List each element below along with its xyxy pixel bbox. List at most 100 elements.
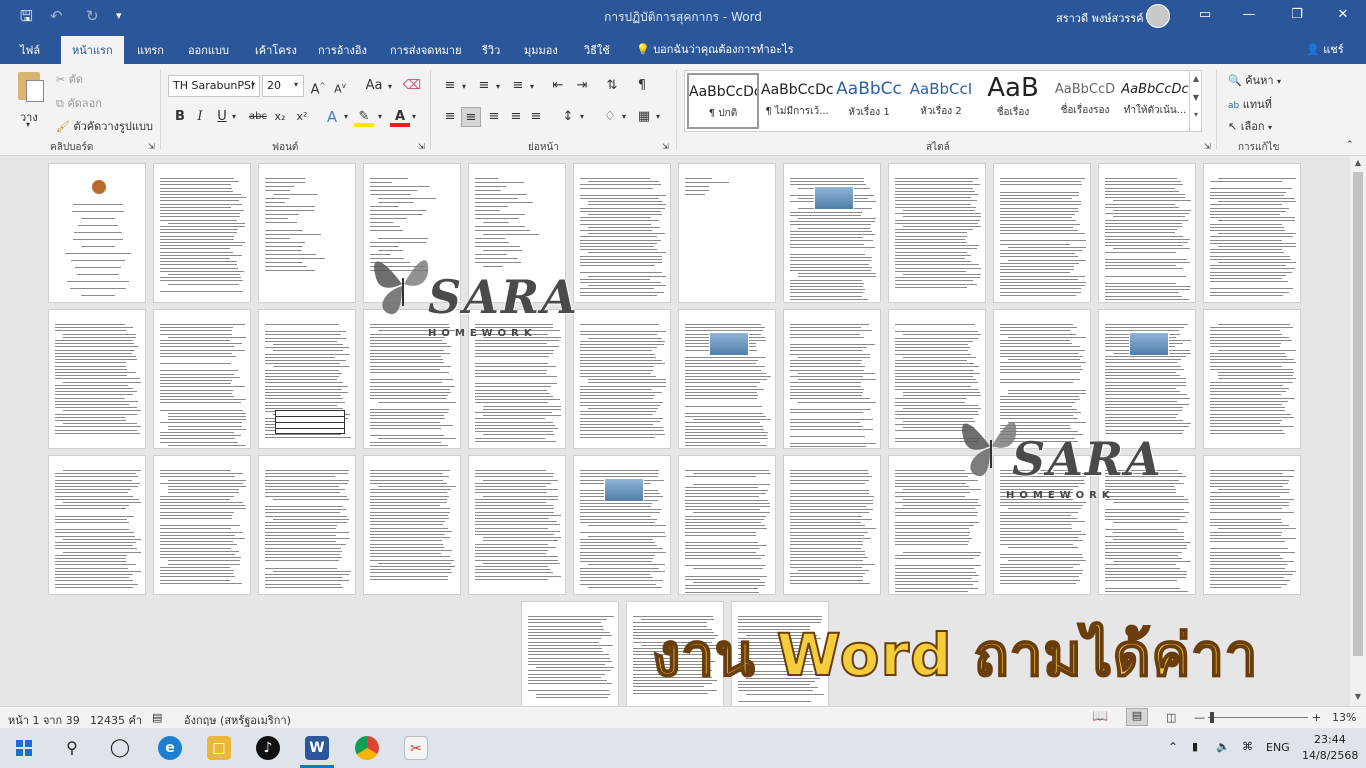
chrome-icon[interactable] bbox=[355, 736, 379, 760]
search-icon[interactable]: ⚲ bbox=[60, 736, 84, 760]
bold-button[interactable]: B bbox=[170, 107, 190, 127]
paste-dropdown-icon[interactable]: ▾ bbox=[26, 120, 30, 129]
sort-icon[interactable]: ⇅ bbox=[602, 76, 622, 96]
volume-icon[interactable]: 🔈 bbox=[1216, 740, 1230, 753]
word-count[interactable]: 12435 คำ bbox=[90, 711, 142, 729]
page-thumbnail[interactable] bbox=[258, 455, 356, 595]
page-thumbnail[interactable] bbox=[783, 309, 881, 449]
page-thumbnail[interactable] bbox=[1203, 163, 1301, 303]
chevron-down-icon[interactable]: ▼ bbox=[1190, 93, 1202, 102]
page-thumbnail[interactable] bbox=[573, 455, 671, 595]
tab-layout[interactable]: เค้าโครง bbox=[255, 41, 297, 59]
tab-design[interactable]: ออกแบบ bbox=[188, 41, 229, 59]
paste-icon[interactable] bbox=[14, 70, 48, 106]
wifi-icon[interactable]: ⌘ bbox=[1242, 740, 1253, 753]
snipping-tool-icon[interactable]: ✂ bbox=[404, 736, 428, 760]
page-thumbnail[interactable] bbox=[783, 163, 881, 303]
share-button[interactable]: 👤 แชร์ bbox=[1306, 40, 1344, 58]
style-subtitle[interactable]: AaBbCcD ชื่อเรื่องรอง bbox=[1049, 73, 1121, 129]
style-emphasis[interactable]: AaBbCcDc ทำให้ตัวเน้น... bbox=[1121, 73, 1189, 129]
edge-icon[interactable]: e bbox=[158, 736, 182, 760]
windows-start-icon[interactable] bbox=[16, 740, 32, 756]
ribbon-display-options-icon[interactable]: ▭ bbox=[1190, 7, 1220, 22]
restore-button[interactable]: ❐ bbox=[1282, 7, 1312, 22]
styles-launcher-icon[interactable]: ⇲ bbox=[1204, 142, 1211, 151]
minimize-button[interactable]: — bbox=[1234, 7, 1264, 22]
page-thumbnail[interactable] bbox=[48, 163, 146, 303]
font-name-dropdown-icon[interactable]: ▾ bbox=[251, 80, 255, 89]
highlight-dropdown-icon[interactable]: ▾ bbox=[378, 112, 382, 121]
clock-date[interactable]: 14/8/2568 bbox=[1302, 749, 1358, 762]
language-indicator[interactable]: อังกฤษ (สหรัฐอเมริกา) bbox=[184, 711, 291, 729]
web-layout-icon[interactable]: ◫ bbox=[1166, 711, 1176, 724]
tab-file[interactable]: ไฟล์ bbox=[20, 41, 40, 59]
select-button[interactable]: ↖ เลือก ▾ bbox=[1228, 117, 1272, 135]
zoom-in-icon[interactable]: + bbox=[1312, 711, 1321, 724]
page-thumbnail[interactable] bbox=[678, 163, 776, 303]
underline-button[interactable]: U bbox=[212, 107, 232, 127]
borders-dropdown-icon[interactable]: ▾ bbox=[656, 112, 660, 121]
page-thumbnail[interactable] bbox=[48, 309, 146, 449]
read-mode-icon[interactable]: 📖 bbox=[1092, 709, 1108, 724]
shading-dropdown-icon[interactable]: ▾ bbox=[622, 112, 626, 121]
align-right-icon[interactable]: ≡ bbox=[484, 107, 504, 127]
tab-view[interactable]: มุมมอง bbox=[524, 41, 558, 59]
close-button[interactable]: ✕ bbox=[1328, 7, 1358, 22]
page-thumbnail[interactable] bbox=[678, 309, 776, 449]
clear-formatting-icon[interactable]: ⌫ bbox=[402, 76, 422, 96]
user-name[interactable]: สราวดี พงษ์สวรรค์ bbox=[1056, 9, 1144, 27]
strikethrough-button[interactable]: abc bbox=[246, 107, 270, 127]
more-styles-icon[interactable]: ▾ bbox=[1190, 110, 1202, 119]
page-thumbnail[interactable] bbox=[153, 163, 251, 303]
font-launcher-icon[interactable]: ⇲ bbox=[418, 142, 425, 151]
avatar[interactable] bbox=[1146, 4, 1170, 28]
page-thumbnail[interactable] bbox=[521, 601, 619, 706]
clipboard-launcher-icon[interactable]: ⇲ bbox=[148, 142, 155, 151]
copy-button[interactable]: ⧉ คัดลอก bbox=[56, 94, 102, 112]
font-color-dropdown-icon[interactable]: ▾ bbox=[412, 112, 416, 121]
change-case-button[interactable]: Aa bbox=[360, 76, 388, 96]
zoom-out-icon[interactable]: — bbox=[1194, 711, 1205, 724]
italic-button[interactable]: I bbox=[190, 107, 210, 127]
multilevel-list-icon[interactable]: ≡ bbox=[508, 76, 528, 96]
tell-me-search[interactable]: 💡 บอกฉันว่าคุณต้องการทำอะไร bbox=[636, 40, 794, 58]
style-no-spacing[interactable]: AaBbCcDc ¶ ไม่มีการเว้... bbox=[761, 73, 833, 129]
task-view-icon[interactable]: ◯ bbox=[108, 736, 132, 760]
zoom-slider[interactable] bbox=[1208, 717, 1308, 718]
tab-review[interactable]: รีวิว bbox=[482, 41, 500, 59]
clock-time[interactable]: 23:44 bbox=[1314, 733, 1346, 746]
page-thumbnail[interactable] bbox=[678, 455, 776, 595]
input-language[interactable]: ENG bbox=[1266, 741, 1290, 754]
underline-dropdown-icon[interactable]: ▾ bbox=[232, 112, 236, 121]
line-spacing-icon[interactable]: ↕ bbox=[558, 107, 578, 127]
replace-button[interactable]: ab แทนที่ bbox=[1228, 95, 1272, 113]
page-thumbnail[interactable] bbox=[573, 309, 671, 449]
chevron-up-icon[interactable]: ▲ bbox=[1190, 74, 1202, 83]
tab-home[interactable]: หน้าแรก bbox=[61, 36, 124, 64]
page-thumbnail[interactable] bbox=[1203, 309, 1301, 449]
proofing-icon[interactable]: ▤ bbox=[152, 711, 162, 724]
vertical-scrollbar[interactable]: ▲ ▼ bbox=[1350, 156, 1366, 706]
bullets-dropdown-icon[interactable]: ▾ bbox=[462, 82, 466, 91]
bullets-icon[interactable]: ≡ bbox=[440, 76, 460, 96]
grow-font-icon[interactable]: A^ bbox=[308, 76, 328, 97]
tab-insert[interactable]: แทรก bbox=[137, 41, 164, 59]
style-heading-2[interactable]: AaBbCcI หัวเรื่อง 2 bbox=[905, 73, 977, 129]
tab-mailings[interactable]: การส่งจดหมาย bbox=[390, 41, 462, 59]
page-thumbnail[interactable] bbox=[1098, 163, 1196, 303]
increase-indent-icon[interactable]: ⇥ bbox=[572, 76, 592, 96]
show-marks-icon[interactable]: ¶ bbox=[632, 76, 652, 96]
page-thumbnail[interactable] bbox=[48, 455, 146, 595]
tab-references[interactable]: การอ้างอิง bbox=[318, 41, 367, 59]
text-effects-icon[interactable]: A bbox=[322, 107, 342, 127]
page-thumbnail[interactable] bbox=[1098, 309, 1196, 449]
font-name-combo[interactable]: TH SarabunPSI bbox=[168, 75, 260, 97]
tab-help[interactable]: วิธีใช้ bbox=[584, 41, 610, 59]
tiktok-icon[interactable]: ♪ bbox=[256, 736, 280, 760]
zoom-level[interactable]: 13% bbox=[1332, 711, 1356, 724]
subscript-button[interactable]: x₂ bbox=[270, 107, 290, 127]
page-count[interactable]: หน้า 1 จาก 39 bbox=[8, 711, 80, 729]
superscript-button[interactable]: x² bbox=[292, 107, 312, 127]
align-left-icon[interactable]: ≡ bbox=[440, 107, 460, 127]
find-button[interactable]: 🔍 ค้นหา ▾ bbox=[1228, 71, 1281, 89]
